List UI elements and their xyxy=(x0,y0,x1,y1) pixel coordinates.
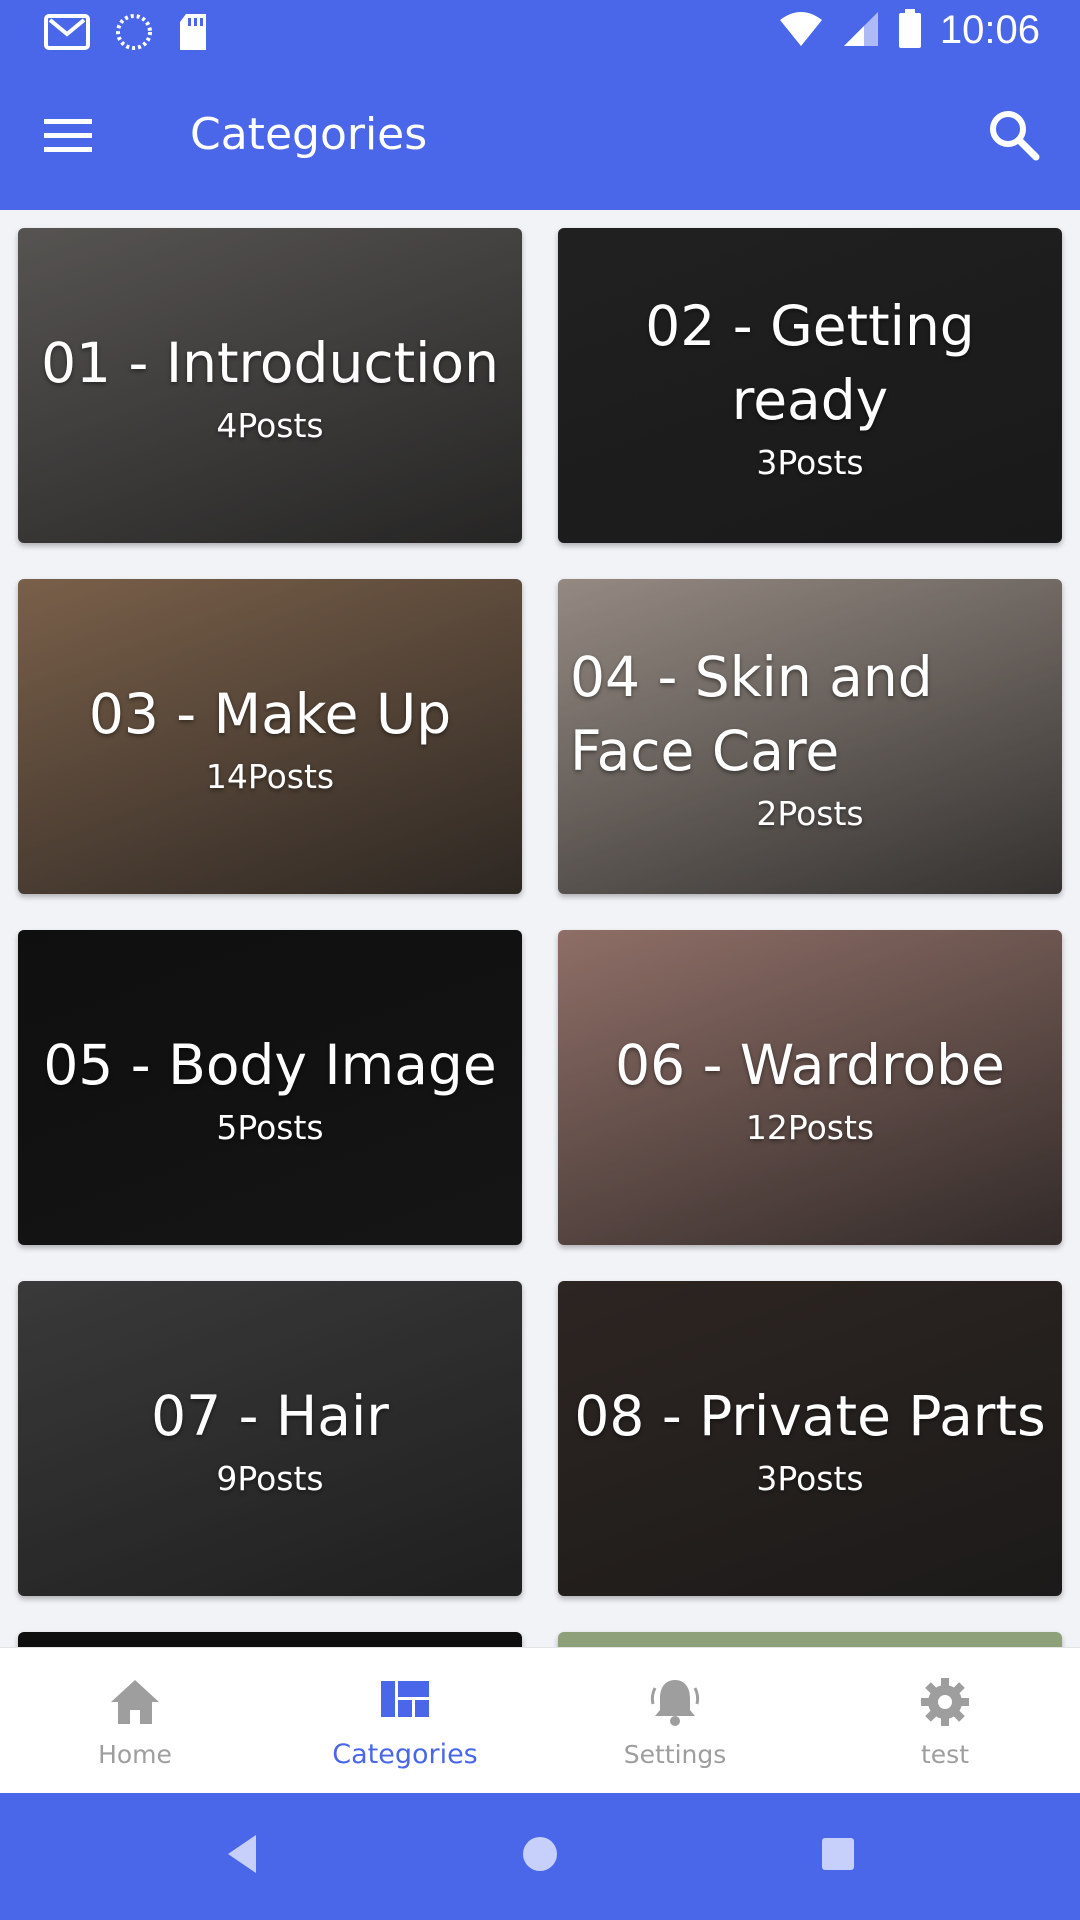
gear-icon xyxy=(921,1678,969,1726)
category-card-hair[interactable]: 07 - Hair 9Posts xyxy=(18,1281,522,1596)
status-time: 10:06 xyxy=(939,8,1040,52)
sync-icon xyxy=(114,12,154,56)
nav-item-settings[interactable]: Settings xyxy=(540,1648,810,1793)
signal-icon xyxy=(842,10,880,52)
status-bar: 10:06 xyxy=(0,0,1080,63)
category-card-wardrobe[interactable]: 06 - Wardrobe 12Posts xyxy=(558,930,1062,1245)
category-post-count: 3Posts xyxy=(756,443,864,482)
gmail-icon xyxy=(44,12,92,56)
category-post-count: 3Posts xyxy=(756,1459,864,1498)
back-button[interactable] xyxy=(222,1829,262,1883)
app-bar: Categories xyxy=(0,63,1080,210)
search-icon xyxy=(990,111,1040,161)
bottom-navigation: Home Categories Settings test xyxy=(0,1647,1080,1793)
category-title: 06 - Wardrobe xyxy=(615,1033,1005,1097)
home-icon xyxy=(111,1680,159,1724)
search-button[interactable] xyxy=(984,105,1044,165)
nav-item-test[interactable]: test xyxy=(810,1648,1080,1793)
category-title: 03 - Make Up xyxy=(88,682,452,746)
category-title: 07 - Hair xyxy=(151,1384,389,1448)
nav-label-categories: Categories xyxy=(332,1739,478,1770)
category-grid: 01 - Introduction 4Posts 02 - Getting re… xyxy=(0,210,1080,1647)
home-nav-button[interactable] xyxy=(520,1829,560,1883)
category-post-count: 2Posts xyxy=(756,794,864,833)
status-right-icons: 10:06 xyxy=(778,8,1040,53)
recents-icon xyxy=(822,1838,854,1870)
nav-item-categories[interactable]: Categories xyxy=(270,1648,540,1793)
category-title: 02 - Getting ready xyxy=(645,294,975,432)
menu-icon xyxy=(44,119,92,152)
page-title: Categories xyxy=(190,109,428,160)
category-title: 04 - Skin and Face Care xyxy=(570,645,933,783)
back-icon xyxy=(228,1835,256,1873)
category-card-partial-left[interactable] xyxy=(18,1632,522,1647)
category-post-count: 14Posts xyxy=(205,757,335,796)
category-card-skin-and-face-care[interactable]: 04 - Skin and Face Care 2Posts xyxy=(558,579,1062,894)
categories-icon xyxy=(381,1681,429,1717)
battery-icon xyxy=(898,8,922,53)
nav-label-test: test xyxy=(920,1740,969,1769)
category-post-count: 12Posts xyxy=(745,1108,875,1147)
bell-icon xyxy=(650,1680,700,1726)
category-post-count: 4Posts xyxy=(216,406,324,445)
nav-label-settings: Settings xyxy=(623,1740,727,1769)
nav-item-home[interactable]: Home xyxy=(0,1648,270,1793)
wifi-icon xyxy=(778,10,824,52)
category-title: 05 - Body Image xyxy=(43,1033,497,1097)
category-card-private-parts[interactable]: 08 - Private Parts 3Posts xyxy=(558,1281,1062,1596)
category-card-getting-ready[interactable]: 02 - Getting ready 3Posts xyxy=(558,228,1062,543)
category-title: 01 - Introduction xyxy=(41,331,499,395)
category-card-make-up[interactable]: 03 - Make Up 14Posts xyxy=(18,579,522,894)
category-post-count: 5Posts xyxy=(216,1108,324,1147)
category-card-partial-right[interactable] xyxy=(558,1632,1062,1647)
menu-button[interactable] xyxy=(40,111,96,161)
sd-card-icon xyxy=(176,12,210,56)
category-post-count: 9Posts xyxy=(216,1459,324,1498)
home-circle-icon xyxy=(523,1837,557,1871)
recents-button[interactable] xyxy=(818,1829,858,1883)
category-card-body-image[interactable]: 05 - Body Image 5Posts xyxy=(18,930,522,1245)
category-title: 08 - Private Parts xyxy=(574,1384,1046,1448)
system-navigation-bar xyxy=(0,1793,1080,1920)
category-card-introduction[interactable]: 01 - Introduction 4Posts xyxy=(18,228,522,543)
status-left-icons xyxy=(44,12,210,56)
nav-label-home: Home xyxy=(98,1740,172,1769)
